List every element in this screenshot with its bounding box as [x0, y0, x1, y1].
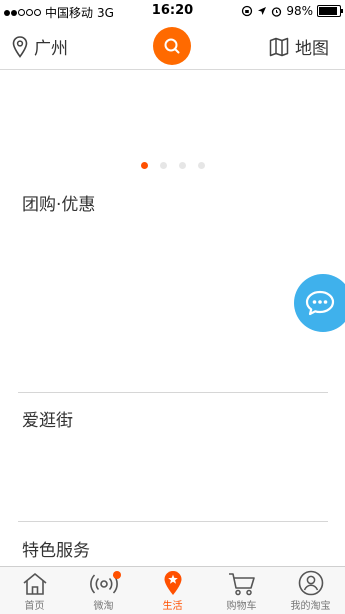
- tab-label: 首页: [24, 601, 45, 612]
- tab-my-taobao[interactable]: 我的淘宝: [276, 567, 345, 614]
- section-divider: [18, 392, 328, 393]
- city-name: 广州: [34, 39, 68, 59]
- tab-bar: 首页 微淘 生活 购物车 我的淘宝: [0, 566, 345, 614]
- location-pin-icon: [12, 35, 28, 58]
- battery-percent: 98%: [286, 4, 313, 18]
- chat-bubble-icon: [305, 290, 335, 316]
- location-arrow-icon: [258, 7, 267, 15]
- search-icon: [164, 38, 180, 54]
- status-bar: 中国移动 3G 16:20 98%: [0, 0, 345, 22]
- status-right: 98%: [241, 4, 343, 18]
- tab-label: 生活: [162, 601, 183, 612]
- profile-icon: [298, 570, 323, 596]
- tab-life[interactable]: 生活: [138, 567, 207, 614]
- section-title-shopping-street[interactable]: 爱逛街: [22, 406, 73, 431]
- carousel-indicator: [141, 162, 205, 169]
- navigation-bar: 广州 地图: [0, 22, 345, 70]
- notification-badge: [113, 571, 121, 579]
- cart-icon: [228, 573, 255, 596]
- section-title-special-services[interactable]: 特色服务: [22, 536, 90, 561]
- carousel-dot[interactable]: [141, 162, 148, 169]
- search-button[interactable]: [153, 27, 191, 65]
- tab-label: 微淘: [93, 601, 114, 612]
- chat-button[interactable]: [294, 274, 345, 332]
- battery-icon: [317, 5, 343, 17]
- tab-label: 我的淘宝: [290, 601, 331, 612]
- location-star-icon: [164, 571, 181, 595]
- map-button[interactable]: 地图: [269, 34, 329, 59]
- carousel-dot[interactable]: [179, 162, 186, 169]
- tab-weitao[interactable]: 微淘: [69, 567, 138, 614]
- tab-cart[interactable]: 购物车: [207, 567, 276, 614]
- tab-label: 购物车: [226, 601, 257, 612]
- home-icon: [22, 573, 47, 595]
- carousel-dot[interactable]: [160, 162, 167, 169]
- rotation-lock-icon: [242, 5, 253, 17]
- section-divider: [18, 521, 328, 522]
- tab-home[interactable]: 首页: [0, 567, 69, 614]
- carousel-dot[interactable]: [198, 162, 205, 169]
- map-label: 地图: [295, 39, 329, 59]
- city-selector[interactable]: 广州: [12, 34, 68, 59]
- map-icon: [269, 37, 289, 56]
- alarm-icon: [272, 6, 282, 17]
- section-title-group-buy[interactable]: 团购·优惠: [22, 190, 95, 215]
